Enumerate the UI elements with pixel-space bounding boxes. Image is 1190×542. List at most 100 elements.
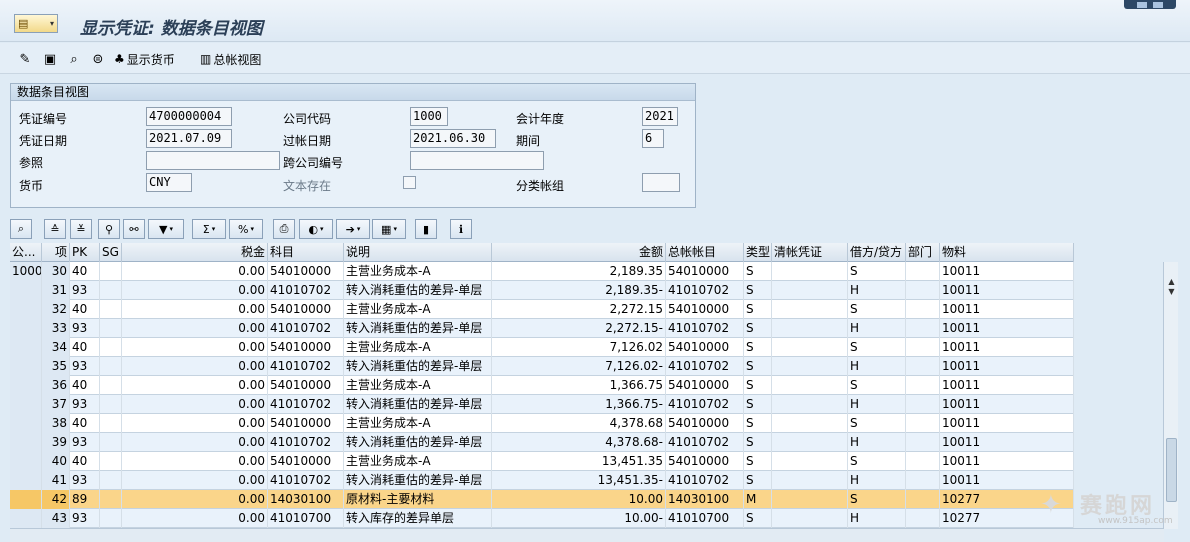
cell-material: 10011 bbox=[940, 300, 1074, 319]
currency-field[interactable]: CNY bbox=[146, 173, 192, 192]
table-row[interactable]: 33 93 0.00 41010702 转入消耗重估的差异-单层 2,272.15- 410… bbox=[10, 319, 1074, 338]
cell-pk: 40 bbox=[70, 262, 100, 281]
cell-pk: 40 bbox=[70, 376, 100, 395]
window-controls[interactable] bbox=[1124, 0, 1176, 9]
cell-material: 10011 bbox=[940, 338, 1074, 357]
col-clearing-doc[interactable]: 清帐凭证 bbox=[772, 243, 848, 262]
cell-clearing bbox=[772, 395, 848, 414]
col-material[interactable]: 物料 bbox=[940, 243, 1074, 262]
table-row[interactable]: 42 89 0.00 14030100 原材料-主要材料 10.00 14030100 M S 1… bbox=[10, 490, 1074, 509]
cell-type: S bbox=[744, 357, 772, 376]
col-debit-credit[interactable]: 借方/贷方 bbox=[848, 243, 906, 262]
cell-dc: S bbox=[848, 262, 906, 281]
col-special-gl[interactable]: SG bbox=[100, 243, 122, 262]
cell-account: 41010702 bbox=[268, 357, 344, 376]
cell-tax: 0.00 bbox=[122, 414, 268, 433]
total-icon[interactable]: Σ ▾ bbox=[192, 219, 226, 239]
cell-dc: S bbox=[848, 300, 906, 319]
cell-tax: 0.00 bbox=[122, 281, 268, 300]
find-icon[interactable]: ⚲ bbox=[98, 219, 120, 239]
cell-desc: 转入消耗重估的差异-单层 bbox=[344, 281, 492, 300]
info-icon[interactable] bbox=[1153, 1, 1163, 8]
table-row[interactable]: 39 93 0.00 41010702 转入消耗重估的差异-单层 4,378.68- 410… bbox=[10, 433, 1074, 452]
other-document-icon[interactable]: ▣ bbox=[42, 51, 58, 67]
table-row[interactable]: 36 40 0.00 54010000 主营业务成本-A 1,366.75 54010000… bbox=[10, 376, 1074, 395]
ledger-view-button[interactable]: ▥ 总帐视图 bbox=[200, 50, 261, 68]
cross-company-field[interactable] bbox=[410, 151, 544, 170]
table-row[interactable]: 34 40 0.00 54010000 主营业务成本-A 7,126.02 54010000… bbox=[10, 338, 1074, 357]
doc-no-field[interactable]: 4700000004 bbox=[146, 107, 232, 126]
header-panel: 数据条目视图 凭证编号 4700000004 公司代码 1000 会计年度 20… bbox=[10, 83, 696, 208]
col-amount[interactable]: 金额 bbox=[492, 243, 666, 262]
document-overview-icon[interactable]: ⌕ bbox=[66, 51, 82, 67]
table-row[interactable]: 35 93 0.00 41010702 转入消耗重估的差异-单层 7,126.02- 410… bbox=[10, 357, 1074, 376]
cell-item: 32 bbox=[42, 300, 70, 319]
information-icon[interactable]: ℹ bbox=[450, 219, 472, 239]
cell-gl: 41010700 bbox=[666, 509, 744, 528]
text-exists-label: 文本存在 bbox=[283, 179, 332, 193]
system-menu-button[interactable]: ▤ ▾ bbox=[14, 14, 58, 33]
filter-icon[interactable]: ▼ ▾ bbox=[148, 219, 184, 239]
cell-gl: 41010702 bbox=[666, 433, 744, 452]
cell-tax: 0.00 bbox=[122, 376, 268, 395]
layout-icon[interactable]: ▦ ▾ bbox=[372, 219, 406, 239]
col-posting-key[interactable]: PK bbox=[70, 243, 100, 262]
reference-field[interactable] bbox=[146, 151, 280, 170]
col-tax[interactable]: 税金 bbox=[122, 243, 268, 262]
export-icon[interactable]: ➔ ▾ bbox=[336, 219, 370, 239]
cell-material: 10011 bbox=[940, 319, 1074, 338]
cell-account: 54010000 bbox=[268, 376, 344, 395]
find-next-icon[interactable]: ⚯ bbox=[123, 219, 145, 239]
cell-gl: 41010702 bbox=[666, 471, 744, 490]
doc-date-field[interactable]: 2021.07.09 bbox=[146, 129, 232, 148]
sort-ascending-icon[interactable]: ≙ bbox=[44, 219, 66, 239]
show-currency-button[interactable]: ♣ 显示货币 bbox=[114, 50, 175, 68]
table-row[interactable]: 43 93 0.00 41010700 转入库存的差异单层 10.00- 41010700 S… bbox=[10, 509, 1074, 528]
cell-amount: 4,378.68 bbox=[492, 414, 666, 433]
restore-icon[interactable] bbox=[1137, 1, 1147, 8]
table-row[interactable]: 32 40 0.00 54010000 主营业务成本-A 2,272.15 54010000… bbox=[10, 300, 1074, 319]
table-row[interactable]: 40 40 0.00 54010000 主营业务成本-A 13,451.35 5401000… bbox=[10, 452, 1074, 471]
table-row[interactable]: 37 93 0.00 41010702 转入消耗重估的差异-单层 1,366.75- 410… bbox=[10, 395, 1074, 414]
table-row[interactable]: 31 93 0.00 41010702 转入消耗重估的差异-单层 2,189.35- 410… bbox=[10, 281, 1074, 300]
display-change-icon[interactable]: ✎ bbox=[17, 51, 33, 67]
details-icon[interactable]: ⌕ bbox=[10, 219, 32, 239]
col-gl-account[interactable]: 总帐帐目 bbox=[666, 243, 744, 262]
col-item[interactable]: 项 bbox=[42, 243, 70, 262]
table-row[interactable]: 38 40 0.00 54010000 主营业务成本-A 4,378.68 54010000… bbox=[10, 414, 1074, 433]
cell-cc bbox=[10, 509, 42, 528]
col-description[interactable]: 说明 bbox=[344, 243, 492, 262]
ledger-group-field[interactable] bbox=[642, 173, 680, 192]
graphic-icon[interactable]: ▮ bbox=[415, 219, 437, 239]
cell-type: M bbox=[744, 490, 772, 509]
cell-pk: 93 bbox=[70, 509, 100, 528]
col-company-code[interactable]: 公... bbox=[10, 243, 42, 262]
table-row[interactable]: 1000 30 40 0.00 54010000 主营业务成本-A 2,189.35 5401… bbox=[10, 262, 1074, 281]
company-code-field[interactable]: 1000 bbox=[410, 107, 448, 126]
posting-date-field[interactable]: 2021.06.30 bbox=[410, 129, 496, 148]
print-icon[interactable]: ⎙ bbox=[273, 219, 295, 239]
cell-type: S bbox=[744, 262, 772, 281]
views-icon[interactable]: ◐ ▾ bbox=[299, 219, 333, 239]
cell-material: 10011 bbox=[940, 452, 1074, 471]
cell-dc: H bbox=[848, 357, 906, 376]
fiscal-year-field[interactable]: 2021 bbox=[642, 107, 678, 126]
table-row[interactable]: 41 93 0.00 41010702 转入消耗重估的差异-单层 13,451.35- 41… bbox=[10, 471, 1074, 490]
period-field[interactable]: 6 bbox=[642, 129, 664, 148]
cell-clearing bbox=[772, 281, 848, 300]
sort-descending-icon[interactable]: ≚ bbox=[70, 219, 92, 239]
cell-item: 39 bbox=[42, 433, 70, 452]
cell-pk: 40 bbox=[70, 300, 100, 319]
cell-item: 41 bbox=[42, 471, 70, 490]
text-exists-checkbox[interactable] bbox=[403, 176, 416, 189]
col-type[interactable]: 类型 bbox=[744, 243, 772, 262]
company-code-label: 公司代码 bbox=[283, 112, 332, 126]
subtotal-icon[interactable]: % ▾ bbox=[229, 219, 263, 239]
horizontal-scrollbar[interactable] bbox=[10, 528, 1164, 542]
col-department[interactable]: 部门 bbox=[906, 243, 940, 262]
cell-tax: 0.00 bbox=[122, 452, 268, 471]
col-account[interactable]: 科目 bbox=[268, 243, 344, 262]
taxes-icon[interactable]: ⊜ bbox=[90, 51, 106, 67]
scroll-down-icon[interactable]: ▼ bbox=[1164, 284, 1179, 298]
ledger-view-label: 总帐视图 bbox=[213, 52, 262, 67]
